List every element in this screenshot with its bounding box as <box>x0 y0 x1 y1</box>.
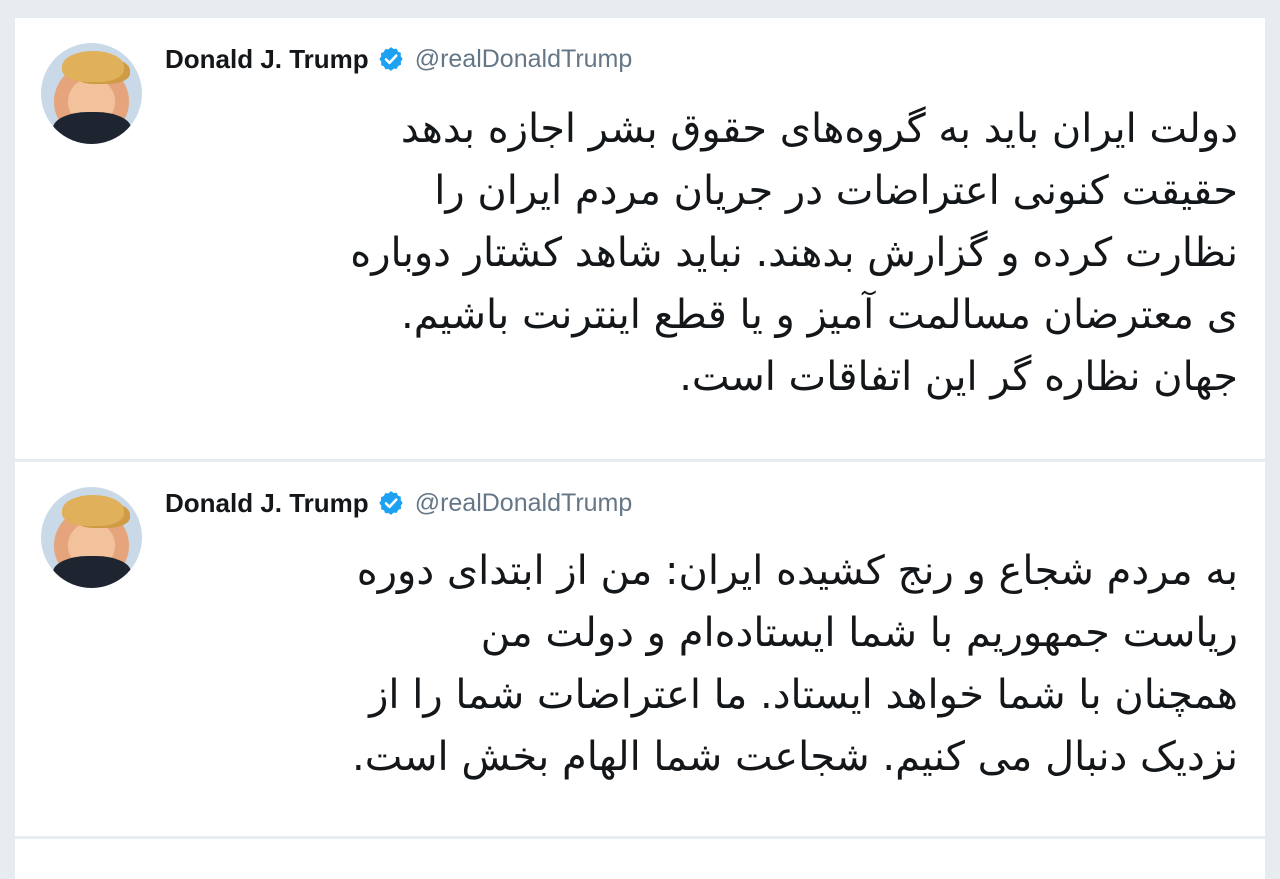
tweet-card[interactable]: Donald J. Trump @realDonaldTrump به مردم… <box>15 462 1265 836</box>
verified-badge-icon <box>377 45 405 73</box>
author-name[interactable]: Donald J. Trump <box>165 488 369 519</box>
verified-badge-icon <box>377 489 405 517</box>
next-tweet-card[interactable] <box>15 839 1265 879</box>
tweet-card[interactable]: Donald J. Trump @realDonaldTrump دولت ای… <box>15 18 1265 459</box>
profile-avatar[interactable] <box>41 43 142 144</box>
profile-avatar[interactable] <box>41 487 142 588</box>
tweet-text: به مردم شجاع و رنج کشیده ایران: من از اب… <box>352 548 1238 780</box>
author-handle[interactable]: @realDonaldTrump <box>415 489 633 518</box>
tweet-header: Donald J. Trump @realDonaldTrump <box>165 486 632 520</box>
tweet-text: دولت ایران باید به گروه‌های حقوق بشر اجا… <box>350 106 1238 400</box>
author-handle[interactable]: @realDonaldTrump <box>415 45 633 74</box>
author-name[interactable]: Donald J. Trump <box>165 44 369 75</box>
tweet-header: Donald J. Trump @realDonaldTrump <box>165 42 632 76</box>
